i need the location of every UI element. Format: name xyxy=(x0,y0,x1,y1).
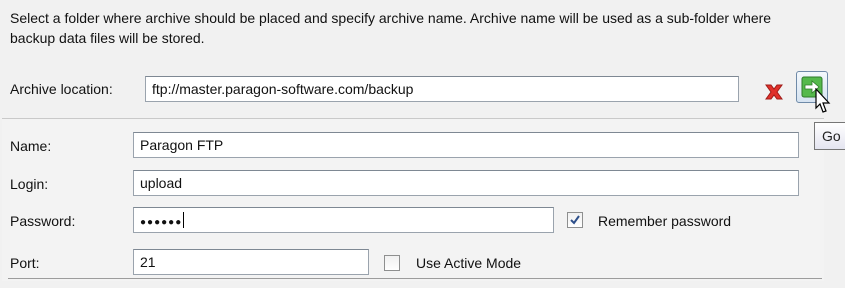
name-input[interactable]: Paragon FTP xyxy=(133,132,799,158)
mouse-cursor-icon xyxy=(815,88,831,113)
name-label: Name: xyxy=(10,138,52,154)
password-input[interactable]: ●●●●●● xyxy=(133,207,554,233)
use-active-mode-label[interactable]: Use Active Mode xyxy=(416,255,521,271)
login-label: Login: xyxy=(10,176,49,192)
remember-password-checkbox[interactable] xyxy=(567,212,583,228)
panel-divider xyxy=(8,278,822,279)
password-value: ●●●●●● xyxy=(140,217,183,228)
clear-location-button[interactable] xyxy=(760,78,788,106)
remember-password-label[interactable]: Remember password xyxy=(598,213,731,229)
password-label: Password: xyxy=(10,213,76,229)
checkmark-icon xyxy=(570,215,580,225)
archive-location-input[interactable]: ftp://master.paragon-software.com/backup xyxy=(145,76,739,102)
login-input[interactable]: upload xyxy=(133,170,799,196)
port-label: Port: xyxy=(10,255,40,271)
archive-location-label: Archive location: xyxy=(10,81,113,97)
text-caret xyxy=(183,212,185,228)
go-tooltip: Go xyxy=(814,122,845,150)
use-active-mode-checkbox[interactable] xyxy=(384,255,400,271)
instructions-text: Select a folder where archive should be … xyxy=(10,10,772,46)
red-x-icon xyxy=(765,84,783,100)
port-input[interactable]: 21 xyxy=(133,249,369,275)
